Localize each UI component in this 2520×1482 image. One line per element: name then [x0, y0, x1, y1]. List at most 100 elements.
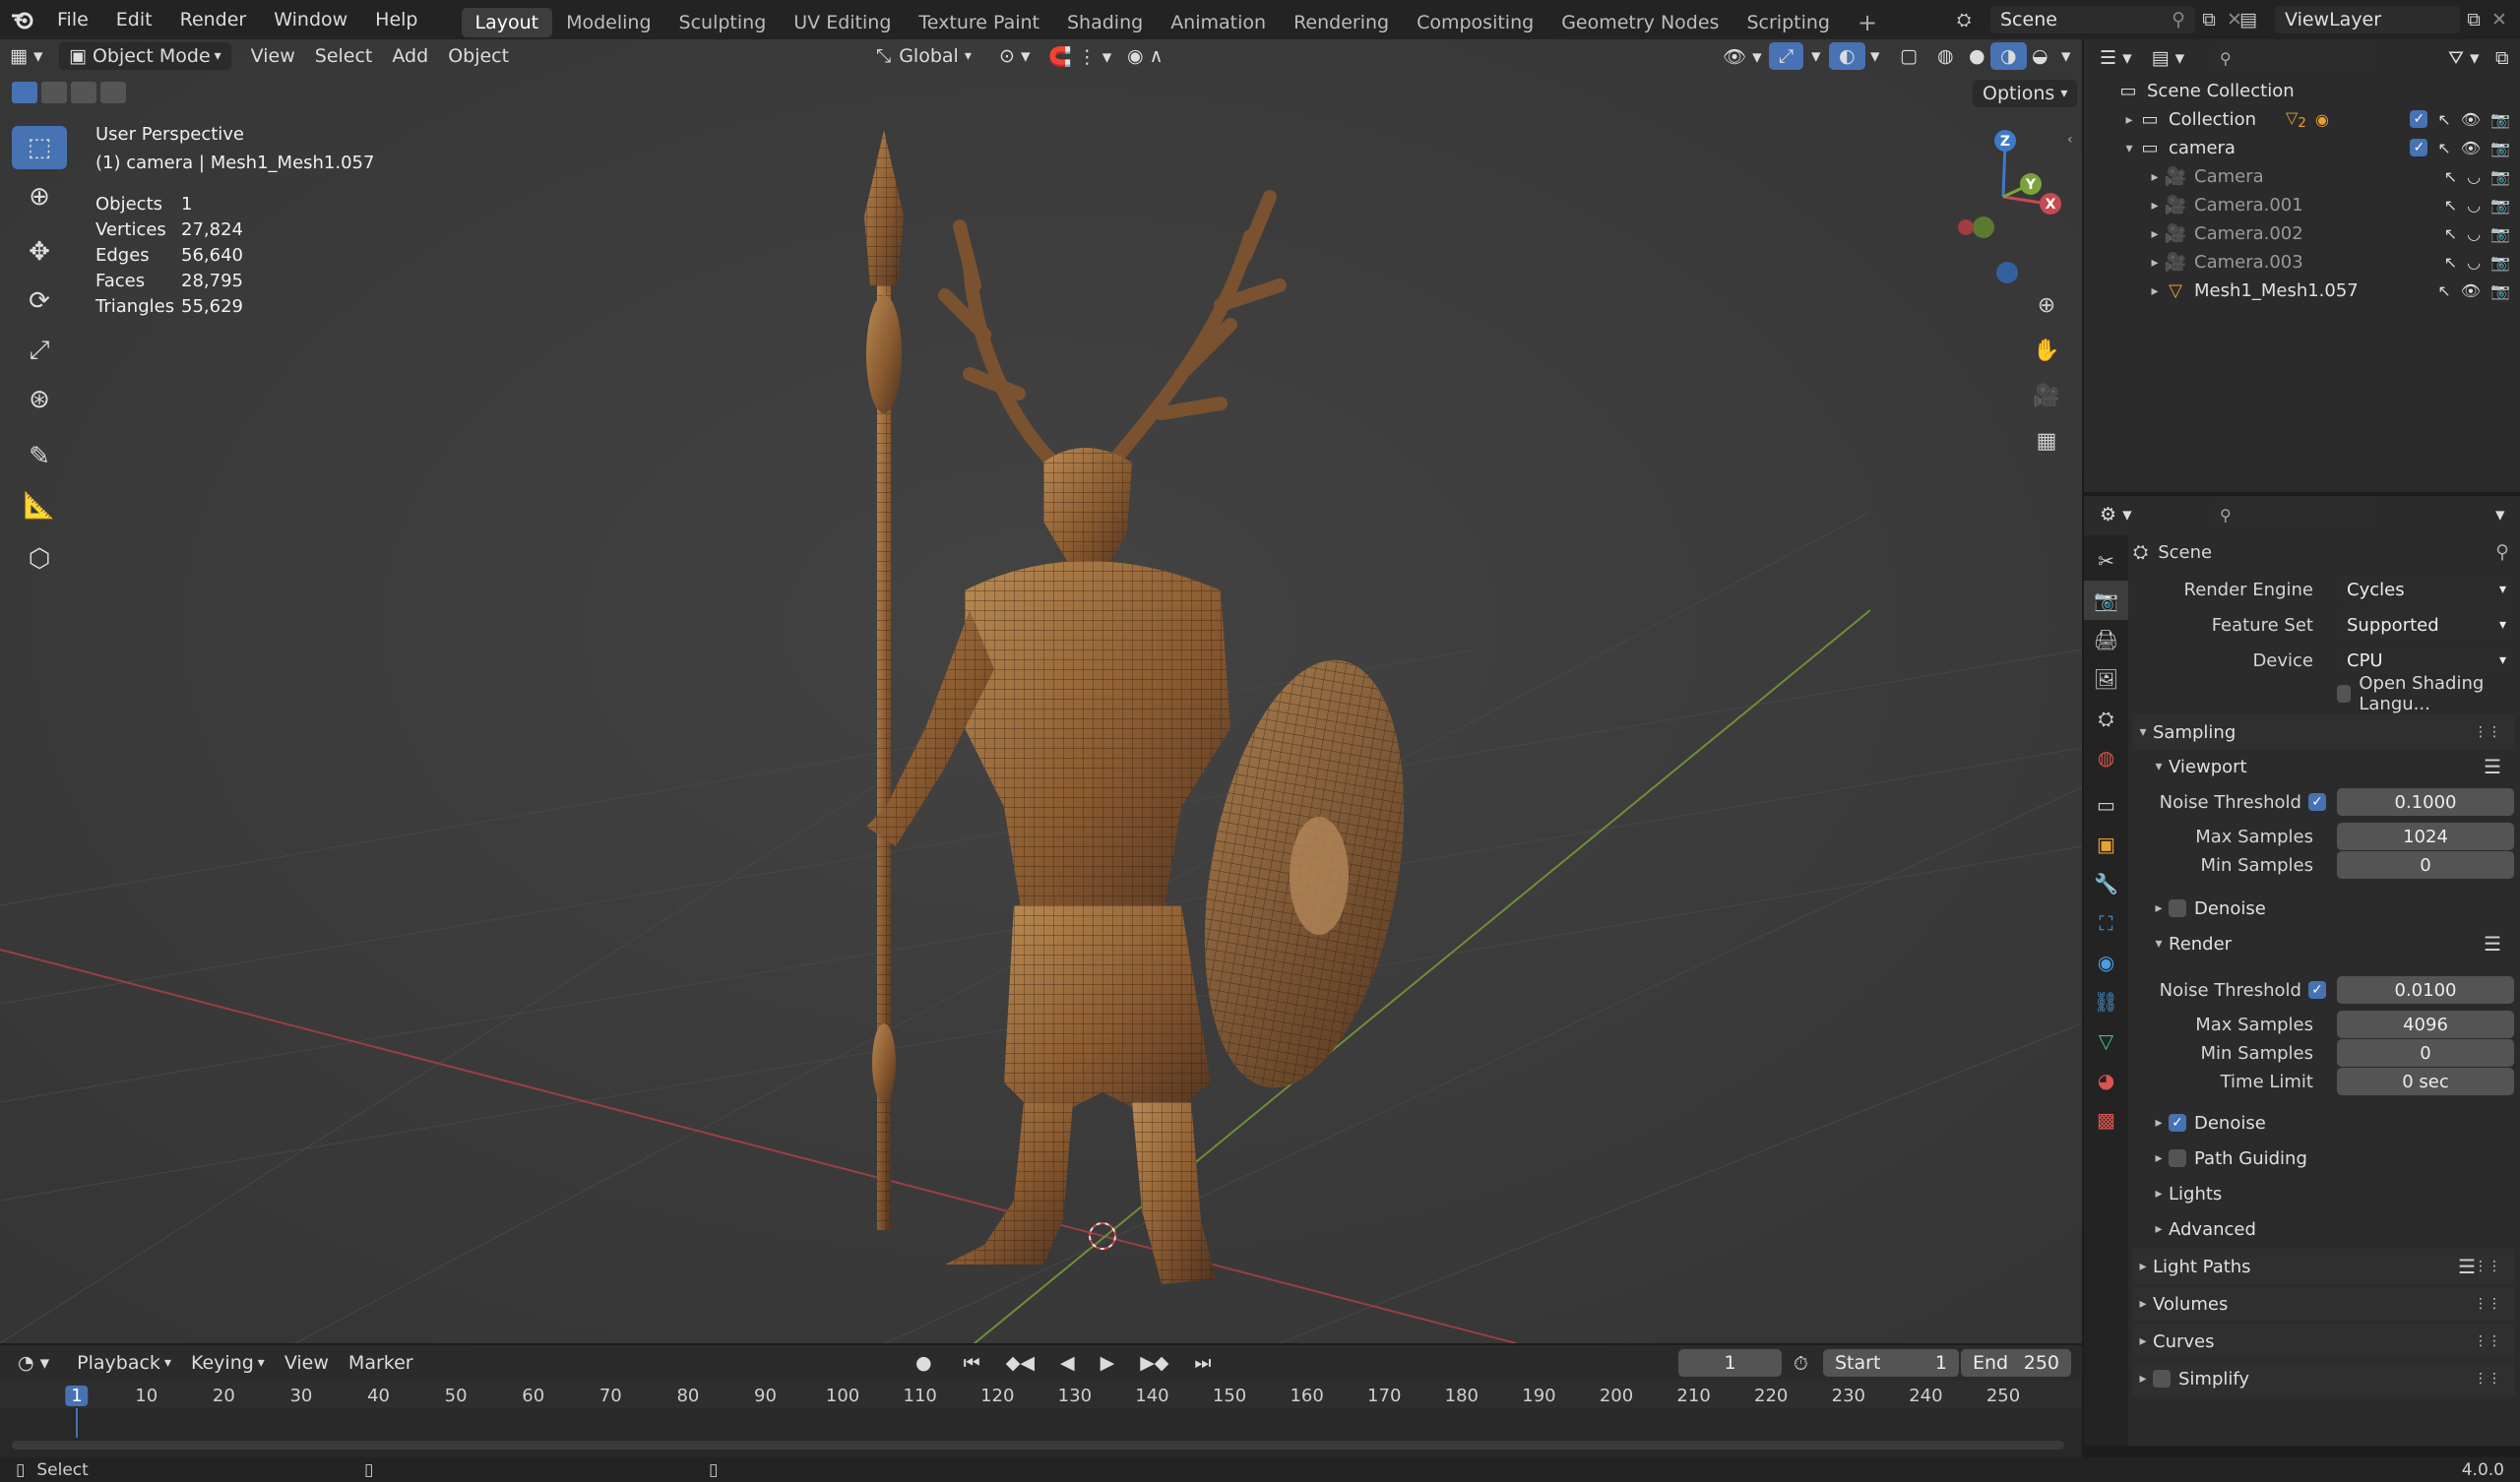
render-time-limit-field[interactable]: 0 sec — [2337, 1068, 2514, 1095]
menu-window[interactable]: Window — [260, 0, 361, 39]
play-reverse-icon[interactable]: ◀ — [1050, 1349, 1085, 1377]
select-extend-icon[interactable] — [41, 82, 67, 103]
move-tool-icon[interactable]: ✥ — [12, 230, 67, 274]
chevron-down-icon[interactable]: ▾ — [2486, 501, 2515, 528]
collapse-arrow-icon[interactable]: ▾ — [2119, 141, 2139, 156]
prev-keyframe-icon[interactable]: ◆◀ — [996, 1349, 1044, 1377]
workspace-tab-texture-paint[interactable]: Texture Paint — [905, 8, 1053, 37]
jump-start-icon[interactable]: ⏮ — [954, 1349, 990, 1377]
frame-start-field[interactable]: Start 1 — [1823, 1349, 1959, 1377]
scene-name-field[interactable]: Scene ⚲ — [1990, 6, 2195, 33]
workspace-tab-shading[interactable]: Shading — [1053, 8, 1157, 37]
rotate-tool-icon[interactable]: ⟳ — [12, 279, 67, 323]
editor-type-button[interactable]: ⚙ ▾ — [2090, 501, 2142, 528]
outliner-item-camera[interactable]: ▸ 🎥 Camera ↖ ◡ 📷 — [2084, 162, 2520, 191]
perspective-toggle-icon[interactable]: ▦ — [2027, 421, 2066, 461]
render-denoise-subpanel[interactable]: ▸ ✓ Denoise — [2133, 1105, 2515, 1141]
visibility-eye-icon[interactable]: 👁 — [2461, 139, 2481, 157]
select-box-tool-icon[interactable]: ⬚ — [12, 126, 67, 169]
simplify-panel[interactable]: ▸ Simplify ⋮⋮ — [2133, 1361, 2515, 1396]
menu-help[interactable]: Help — [361, 0, 431, 39]
scale-tool-icon[interactable]: ⤢ — [12, 329, 67, 372]
workspace-tab-rendering[interactable]: Rendering — [1280, 8, 1403, 37]
workspace-tab-modeling[interactable]: Modeling — [552, 8, 664, 37]
frame-end-field[interactable]: End 250 — [1961, 1349, 2071, 1377]
viewport-max-samples-field[interactable]: 1024 — [2337, 823, 2514, 850]
selectable-arrow-icon[interactable]: ↖ — [2444, 196, 2457, 215]
visibility-eye-icon[interactable]: 👁 — [2461, 281, 2481, 300]
outliner-item-collection[interactable]: ▸ ▭ Collection ▽2 ◉ ✓ ↖ 👁 📷 — [2084, 105, 2520, 134]
gizmo-neg-y-axis[interactable] — [1973, 216, 1994, 238]
outliner-item-camera-collection[interactable]: ▾ ▭ camera ✓ ↖ 👁 📷 — [2084, 134, 2520, 162]
presets-list-icon[interactable]: ☰ — [2484, 755, 2501, 778]
hidden-eye-icon[interactable]: ◡ — [2467, 253, 2481, 272]
cursor-tool-icon[interactable]: ⊕ — [12, 175, 67, 218]
scene-tab-icon[interactable]: ⛭ — [2084, 699, 2128, 738]
viewport-subpanel-header[interactable]: ▾ Viewport ☰ — [2133, 749, 2515, 784]
select-new-icon[interactable] — [12, 82, 37, 103]
current-frame-marker[interactable]: 1 — [65, 1386, 89, 1406]
hidden-eye-icon[interactable]: ◡ — [2467, 224, 2481, 243]
transform-tool-icon[interactable]: ⊛ — [12, 378, 67, 421]
collection-tab-icon[interactable]: ▭ — [2084, 785, 2128, 825]
pin-icon[interactable]: ⚲ — [2495, 541, 2509, 563]
editor-type-button[interactable]: ☰ ▾ — [2090, 44, 2142, 72]
new-view-layer-icon[interactable]: ⧉ — [2460, 9, 2488, 31]
timeline-menu-view[interactable]: View — [275, 1349, 339, 1377]
path-guiding-subpanel[interactable]: ▸ Path Guiding — [2133, 1141, 2515, 1176]
outliner-item-camera-002[interactable]: ▸ 🎥 Camera.002 ↖ ◡ 📷 — [2084, 219, 2520, 248]
play-icon[interactable]: ▶ — [1091, 1349, 1125, 1377]
render-camera-icon[interactable]: 📷 — [2490, 110, 2510, 129]
expand-arrow-icon[interactable]: ▸ — [2145, 283, 2165, 299]
new-scene-icon[interactable]: ⧉ — [2195, 9, 2223, 31]
viewport-denoise-subpanel[interactable]: ▸ Denoise — [2133, 891, 2515, 926]
modifier-tab-icon[interactable]: 🔧 — [2084, 864, 2128, 903]
viewport-denoise-checkbox[interactable] — [2169, 899, 2186, 917]
gizmo-neg-x-axis[interactable] — [1958, 219, 1974, 235]
constraints-tab-icon[interactable]: ⛓ — [2084, 982, 2128, 1021]
workspace-tab-compositing[interactable]: Compositing — [1403, 8, 1547, 37]
noise-threshold-checkbox[interactable]: ✓ — [2308, 793, 2326, 811]
render-camera-icon[interactable]: 📷 — [2490, 196, 2510, 215]
render-max-samples-field[interactable]: 4096 — [2337, 1011, 2514, 1038]
viewport-menu-select[interactable]: Select — [305, 42, 383, 70]
options-dropdown[interactable]: Options ▾ — [1973, 80, 2078, 107]
expand-arrow-icon[interactable]: ▸ — [2119, 112, 2139, 128]
blender-logo-icon[interactable] — [0, 0, 43, 39]
osl-checkbox[interactable] — [2337, 685, 2352, 703]
workspace-tab-animation[interactable]: Animation — [1157, 8, 1280, 37]
visibility-eye-icon[interactable]: 👁 — [2461, 110, 2481, 129]
pan-hand-icon[interactable]: ✋ — [2027, 331, 2066, 370]
selectable-arrow-icon[interactable]: ↖ — [2437, 139, 2450, 157]
jump-end-icon[interactable]: ⏭ — [1184, 1349, 1221, 1377]
timeline-scrub-area[interactable]: 1 10 20 30 40 50 60 70 80 90 100 110 120 130 140 150 160… — [0, 1381, 2082, 1457]
sidebar-toggle-icon[interactable]: ‹ — [2067, 132, 2073, 148]
feature-set-dropdown[interactable]: Supported ▾ — [2337, 611, 2514, 639]
render-camera-icon[interactable]: 📷 — [2490, 224, 2510, 243]
sampling-panel-header[interactable]: ▾ Sampling ⋮⋮ — [2133, 714, 2515, 750]
editor-type-button[interactable]: ▦ ▾ — [0, 42, 55, 70]
device-dropdown[interactable]: CPU ▾ — [2337, 647, 2514, 674]
expand-arrow-icon[interactable]: ▸ — [2145, 255, 2165, 271]
outliner-scene-collection[interactable]: ▭ Scene Collection — [2084, 77, 2520, 105]
display-mode-icon[interactable]: ▤ ▾ — [2142, 44, 2195, 72]
tool-tab-icon[interactable]: ✂ — [2084, 541, 2128, 581]
presets-list-icon[interactable]: ☰ — [2484, 932, 2501, 956]
workspace-tab-layout[interactable]: Layout — [461, 7, 553, 37]
select-subtract-icon[interactable] — [71, 82, 96, 103]
selectable-arrow-icon[interactable]: ↖ — [2437, 281, 2450, 300]
pin-icon[interactable]: ⚲ — [2172, 9, 2185, 31]
timeline-menu-playback[interactable]: Playback ▾ — [67, 1349, 181, 1377]
simplify-checkbox[interactable] — [2153, 1370, 2171, 1388]
chevron-down-icon[interactable]: ▾ — [2051, 42, 2081, 70]
world-tab-icon[interactable]: ◍ — [2084, 738, 2128, 777]
select-intersect-icon[interactable] — [100, 82, 126, 103]
measure-tool-icon[interactable]: 📐 — [12, 484, 67, 527]
camera-view-icon[interactable]: 🎥 — [2027, 376, 2066, 415]
selectable-arrow-icon[interactable]: ↖ — [2437, 110, 2450, 129]
gizmo-neg-z-axis[interactable] — [1996, 262, 2018, 283]
volumes-panel[interactable]: ▸ Volumes ⋮⋮ — [2133, 1286, 2515, 1322]
outliner-search-input[interactable]: ⚲ — [2210, 44, 2377, 72]
render-min-samples-field[interactable]: 0 — [2337, 1039, 2514, 1067]
render-subpanel-header[interactable]: ▾ Render ☰ — [2133, 926, 2515, 961]
